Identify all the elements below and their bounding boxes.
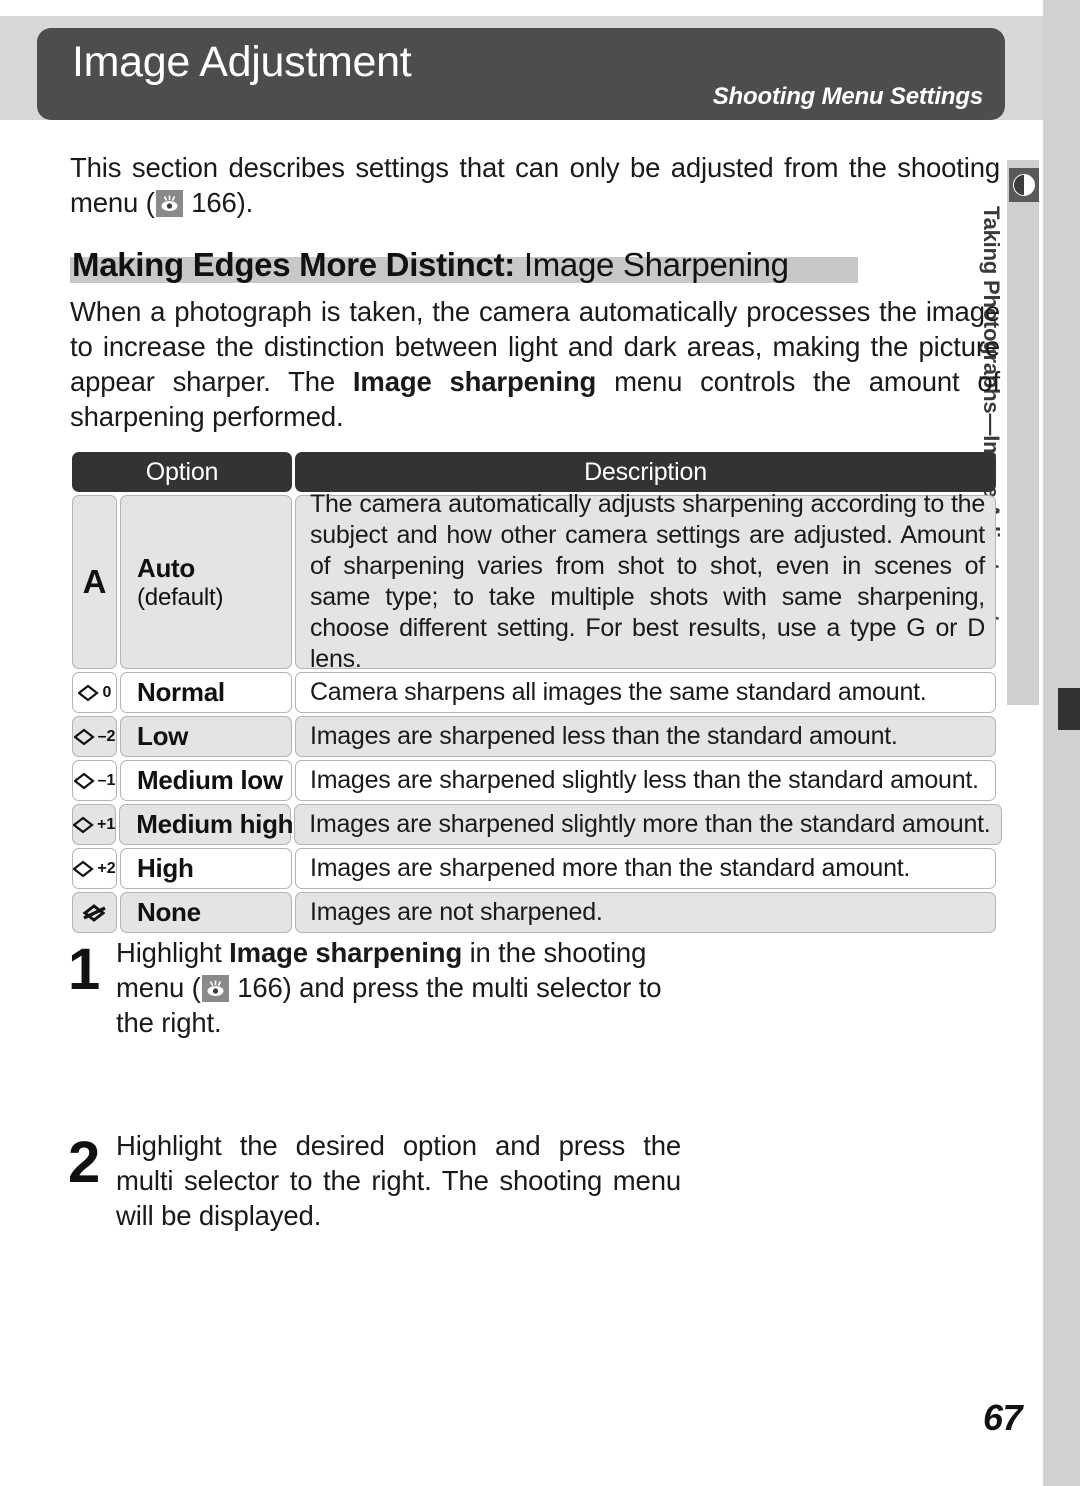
sharpening-level-value: 0 [102,683,112,701]
option-label: None [137,897,201,927]
page-header-bar: Image Adjustment Shooting Menu Settings [37,28,1005,120]
step1-part1: Highlight [116,937,230,968]
option-name-cell: None [120,892,292,933]
step-number: 2 [68,1130,100,1195]
page-edge-band [1043,0,1080,1486]
sharpening-diamond-0-icon: 0 [72,672,117,713]
option-label: Low [137,721,189,751]
sharpening-diamond-minus1-icon: –1 [72,760,117,801]
option-description: Images are sharpened slightly more than … [309,810,991,838]
option-description: Camera sharpens all images the same stan… [310,678,927,706]
table-row: +2 High Images are sharpened more than t… [72,848,996,889]
sharpening-level-value: –2 [97,727,116,745]
sharpening-level-value: +2 [97,859,116,877]
option-label: Normal [137,677,225,707]
instruction-step-2: 2 Highlight the desired option and press… [68,1128,688,1233]
option-description: Images are not sharpened. [310,898,603,926]
page-subtitle: Shooting Menu Settings [712,83,983,110]
option-description: The camera automatically adjusts sharpen… [310,490,985,673]
section-heading: Making Edges More Distinct: Image Sharpe… [70,243,1000,287]
sharpening-diamond-plus1-icon: +1 [72,804,117,845]
paragraph-bold-term: Image sharpening [352,366,597,397]
table-row: +1 Medium high Images are sharpened slig… [72,804,1002,845]
table-row: 0 Normal Camera sharpens all images the … [72,672,996,713]
sharpening-diamond-minus2-icon: –2 [72,716,117,757]
option-label: Auto [137,552,195,583]
option-label: Medium high [136,809,294,839]
option-description-cell: Images are sharpened slightly more than … [294,804,1002,845]
option-description-cell: Images are sharpened less than the stand… [295,716,996,757]
page-reference-eye-icon [201,975,229,1002]
step1-bold-term: Image sharpening [229,937,463,968]
image-sharpening-options-table: Option Description A Auto (default) The … [72,452,1002,933]
option-description-cell: Images are not sharpened. [295,892,996,933]
intro-text-after: ). [236,187,254,218]
option-name-cell: Auto (default) [120,495,292,669]
page-edge-tab-marker [1058,688,1080,730]
option-description: Images are sharpened more than the stand… [310,854,911,882]
intro-paragraph: This section describes settings that can… [70,150,1000,220]
page-title: Image Adjustment [72,38,412,86]
option-description: Images are sharpened slightly less than … [310,766,979,794]
page-reference-eye-icon [155,190,183,217]
table-row: A Auto (default) The camera automaticall… [72,490,996,673]
intro-page-ref: 166 [191,187,237,218]
option-description-cell: The camera automatically adjusts sharpen… [295,490,996,673]
table-header-description: Description [295,452,996,492]
sharpening-diamond-plus2-icon: +2 [72,848,117,889]
option-label: High [137,853,194,883]
heading-bold-part: Making Edges More Distinct: [72,246,515,283]
sharpening-level-value: +1 [97,815,116,833]
step-text: Highlight Image sharpening in the shooti… [116,935,681,1040]
instruction-step-1: 1 Highlight Image sharpening in the shoo… [68,935,688,1040]
option-name-cell: Medium high [119,804,294,845]
table-row: –2 Low Images are sharpened less than th… [72,716,996,757]
table-header-row: Option Description [72,452,996,492]
auto-a-letter: A [82,563,107,600]
option-sublabel: (default) [137,583,224,611]
step1-page-ref: 166 [237,972,283,1003]
step-text: Highlight the desired option and press t… [116,1130,681,1231]
option-name-cell: Normal [120,672,292,713]
option-name-cell: High [120,848,292,889]
option-description-cell: Images are sharpened slightly less than … [295,760,996,801]
option-description-cell: Images are sharpened more than the stand… [295,848,996,889]
page-number: 67 [982,1397,1023,1438]
sharpening-level-value: –1 [97,771,116,789]
option-description-cell: Camera sharpens all images the same stan… [295,672,996,713]
option-name-cell: Medium low [120,760,292,801]
option-name-cell: Low [120,716,292,757]
table-row: None Images are not sharpened. [72,892,996,933]
main-paragraph: When a photograph is taken, the camera a… [70,294,1000,434]
table-row: –1 Medium low Images are sharpened sligh… [72,760,996,801]
table-header-option: Option [72,452,292,492]
heading-regular-part: Image Sharpening [514,246,789,283]
auto-a-icon: A [72,495,117,669]
contrast-half-circle-icon [1009,168,1039,202]
option-label: Medium low [137,765,283,795]
step-number: 1 [68,937,100,1002]
section-side-tab [1007,160,1039,705]
option-description: Images are sharpened less than the stand… [310,722,898,750]
sharpening-none-crossed-diamond-icon [72,892,117,933]
